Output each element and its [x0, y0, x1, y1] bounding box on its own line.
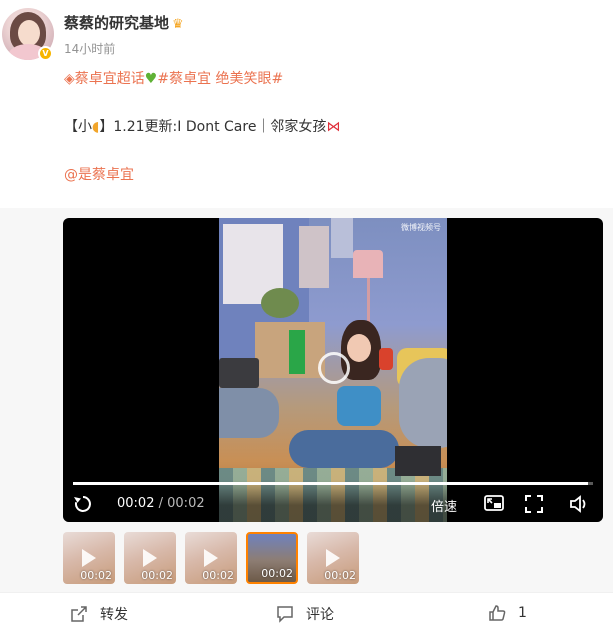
play-icon: [326, 549, 340, 567]
comment-label: 评论: [306, 607, 334, 623]
video-thumbnail-active[interactable]: 00:02: [246, 532, 298, 584]
content-text: 】1.21更新:I Dont Care｜邻家女孩: [99, 119, 327, 135]
weibo-post: V 蔡蔡的研究基地 ♛ 14小时前 ◈蔡卓宜超话♥#蔡卓宜 绝美笑眼# 【小◖】1…: [0, 0, 613, 639]
total-time: 00:02: [167, 496, 205, 511]
footer-divider: [0, 592, 613, 593]
frame-radio: [219, 358, 259, 388]
video-thumbnail[interactable]: 00:02: [63, 532, 115, 584]
frame-art: [299, 226, 329, 288]
avatar-face: [18, 20, 40, 46]
author-name-text[interactable]: 蔡蔡的研究基地: [64, 14, 169, 32]
frame-person-legs: [289, 430, 399, 468]
frame-chair: [399, 358, 447, 448]
thumbnail-duration: 00:02: [80, 569, 112, 582]
video-thumbnail[interactable]: 00:02: [307, 532, 359, 584]
author-name[interactable]: 蔡蔡的研究基地 ♛: [64, 12, 184, 33]
frame-person-top: [337, 386, 381, 426]
time-display: 00:02 / 00:02: [117, 496, 205, 511]
content-line: 【小◖】1.21更新:I Dont Care｜邻家女孩⋈: [64, 116, 340, 136]
volume-icon[interactable]: [569, 495, 589, 513]
progress-fill: [73, 482, 588, 485]
mention-link[interactable]: @是蔡卓宜: [64, 164, 134, 184]
topic-line: ◈蔡卓宜超话♥#蔡卓宜 绝美笑眼#: [64, 68, 283, 88]
video-player[interactable]: 微博视频号 00:02 / 00:02 倍速: [63, 218, 603, 522]
content-prefix: 【小: [64, 119, 92, 135]
post-timestamp[interactable]: 14小时前: [64, 40, 115, 57]
like-count: 1: [518, 605, 527, 621]
crown-icon: ♛: [172, 17, 184, 32]
pip-icon[interactable]: [484, 495, 504, 513]
thumbnail-duration: 00:02: [202, 569, 234, 582]
play-icon: [143, 549, 157, 567]
video-watermark: 微博视频号: [401, 223, 441, 232]
frame-figure: [289, 330, 305, 374]
frame-plant: [261, 288, 299, 318]
video-thumbnail[interactable]: 00:02: [185, 532, 237, 584]
frame-chair: [219, 388, 279, 438]
current-time: 00:02: [117, 496, 155, 511]
hashtag-link[interactable]: #蔡卓宜 绝美笑眼#: [157, 71, 283, 87]
bow-icon: ⋈: [326, 119, 341, 135]
replay-icon[interactable]: [73, 494, 93, 514]
like-button[interactable]: 1: [488, 604, 527, 622]
speed-button[interactable]: 倍速: [431, 496, 457, 515]
repost-label: 转发: [100, 607, 128, 623]
diamond-icon: ◈: [64, 71, 75, 87]
repost-icon: [71, 606, 87, 622]
green-heart-icon: ♥: [144, 71, 158, 87]
fullscreen-icon[interactable]: [525, 495, 543, 513]
loading-ring-icon[interactable]: [318, 352, 350, 384]
like-icon: [489, 605, 506, 621]
frame-tapes: [395, 446, 441, 476]
time-separator: /: [158, 496, 163, 511]
frame-art: [331, 218, 353, 258]
frame-lamp: [353, 250, 383, 278]
comment-button[interactable]: 评论: [276, 604, 334, 624]
thumbnail-duration: 00:02: [324, 569, 356, 582]
comment-icon: [277, 606, 293, 623]
supertopic-link[interactable]: 蔡卓宜超话: [75, 71, 145, 87]
frame-person-face: [347, 334, 371, 362]
repost-button[interactable]: 转发: [70, 604, 128, 624]
frame-phone: [379, 348, 393, 370]
video-thumbnail[interactable]: 00:02: [124, 532, 176, 584]
progress-bar[interactable]: [73, 482, 593, 485]
play-icon: [82, 549, 96, 567]
thumbnail-duration: 00:02: [141, 569, 173, 582]
thumbnail-duration: 00:02: [261, 567, 293, 580]
play-icon: [204, 549, 218, 567]
verified-badge-icon: V: [38, 46, 53, 61]
